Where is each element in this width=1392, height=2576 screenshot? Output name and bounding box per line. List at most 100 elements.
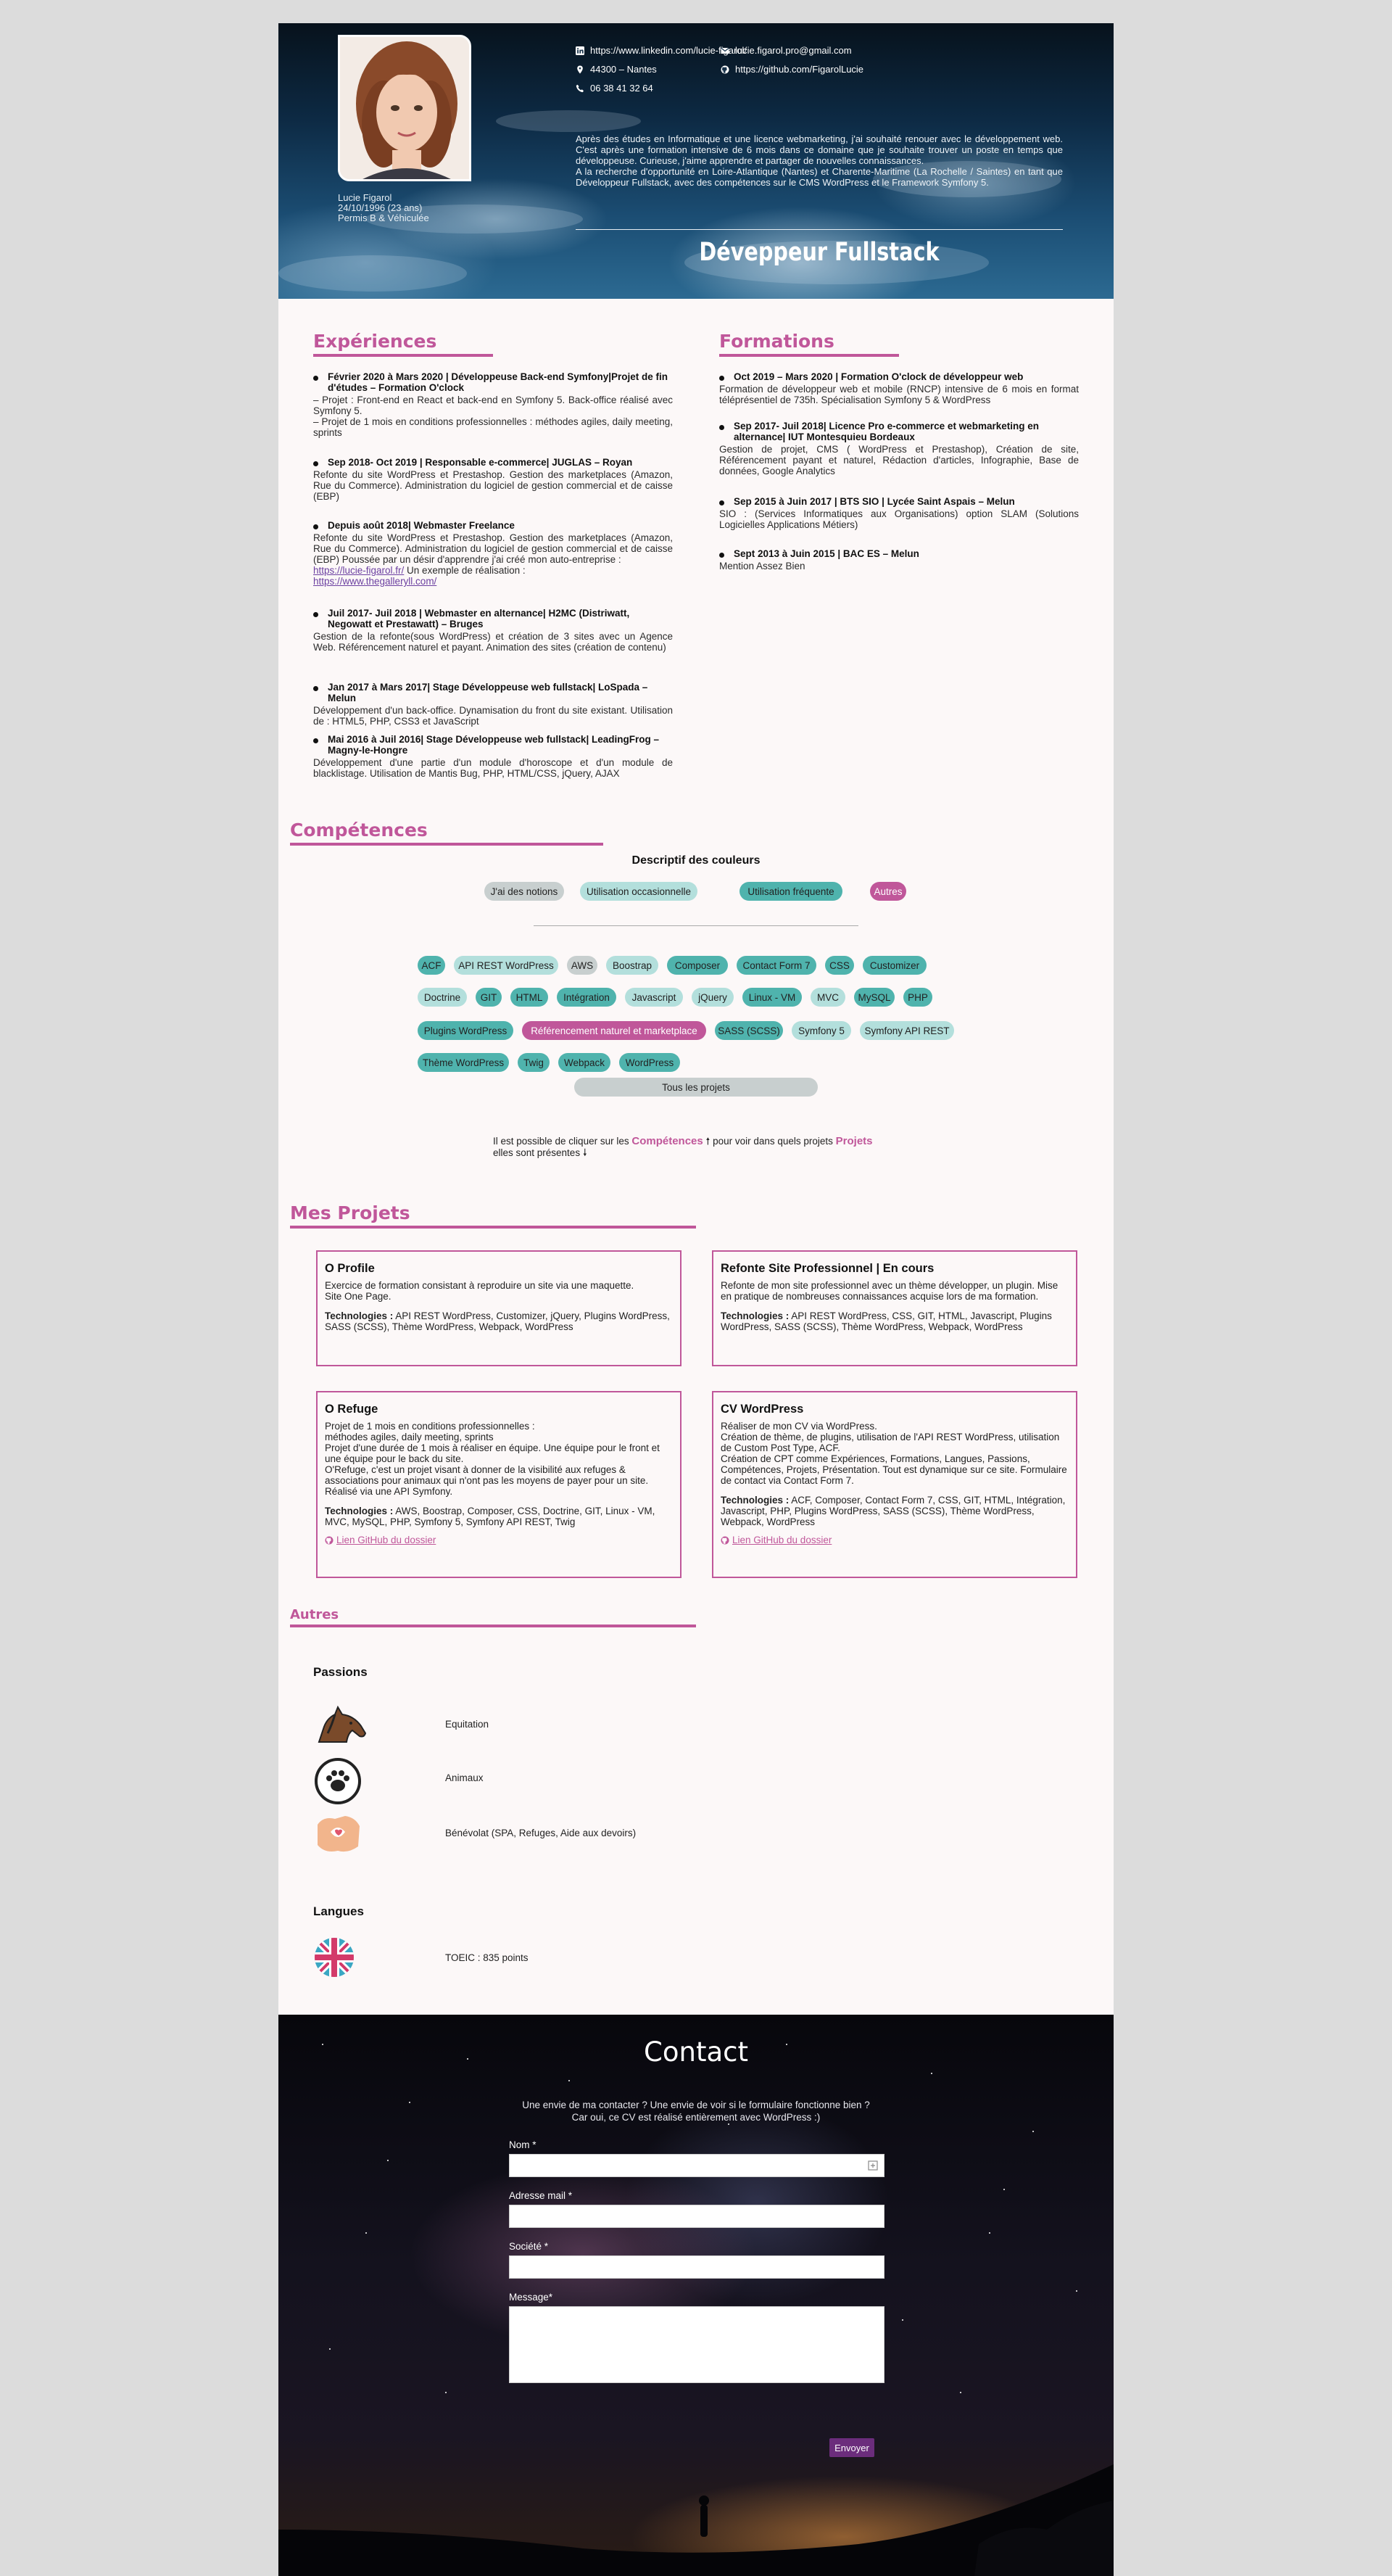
skill-pill[interactable]: SASS (SCSS) [715, 1021, 783, 1040]
formation-item: Sept 2013 à Juin 2015 | BAC ES – Melun M… [719, 548, 1079, 571]
github-icon [325, 1536, 334, 1544]
github-folder-link[interactable]: Lien GitHub du dossier [325, 1535, 673, 1545]
header-banner: Lucie Figarol 24/10/1996 (23 ans) Permis… [278, 23, 1114, 299]
skill-pill[interactable]: Customizer [863, 956, 927, 975]
paw-icon [313, 1756, 362, 1806]
langues-title: Langues [313, 1904, 364, 1918]
project-card[interactable]: CV WordPress Réaliser de mon CV via Word… [712, 1391, 1077, 1578]
contact-subtitle: Une envie de ma contacter ? Une envie de… [522, 2100, 870, 2123]
skill-pill[interactable]: Symfony API REST [860, 1021, 954, 1040]
skill-pill[interactable]: Webpack [558, 1053, 610, 1072]
full-name: Lucie Figarol [338, 192, 392, 203]
location: 44300 – Nantes [576, 64, 657, 75]
experience-item: Sep 2018- Oct 2019 | Responsable e-comme… [313, 457, 673, 502]
name-input[interactable] [509, 2154, 884, 2177]
skill-pill[interactable]: Doctrine [418, 988, 467, 1007]
contact-section: Contact Une envie de ma contacter ? Une … [278, 2015, 1114, 2576]
hint-competences-link: Compétences [631, 1135, 703, 1147]
autres-rule [290, 1625, 696, 1627]
freelance-site-link[interactable]: https://lucie-figarol.fr/ [313, 565, 404, 576]
github-link[interactable]: https://github.com/FigarolLucie [721, 64, 863, 75]
hint-projects-link: Projets [835, 1135, 873, 1147]
email-input[interactable] [509, 2205, 884, 2228]
birth-date: 24/10/1996 (23 ans) [338, 202, 423, 213]
experience-item: Depuis août 2018| Webmaster Freelance Re… [313, 520, 673, 587]
message-textarea[interactable] [509, 2306, 884, 2383]
project-title: O Profile [325, 1262, 375, 1275]
project-desc: Refonte de mon site professionnel avec u… [721, 1280, 1058, 1302]
language-item: TOEIC : 835 points [445, 1952, 529, 1963]
skill-pill[interactable]: CSS [825, 956, 854, 975]
experience-item: Jan 2017 à Mars 2017| Stage Développeuse… [313, 682, 673, 727]
skill-pill[interactable]: Contact Form 7 [737, 956, 816, 975]
envelope-icon [721, 47, 729, 54]
skill-pill[interactable]: Twig [518, 1053, 550, 1072]
landscape-silhouette [278, 2464, 1114, 2576]
competences-rule [290, 843, 603, 846]
identity-block: Lucie Figarol 24/10/1996 (23 ans) Permis… [338, 193, 429, 223]
map-pin-icon [577, 65, 583, 73]
skill-pill[interactable]: PHP [903, 988, 932, 1007]
competences-title: Compétences [290, 820, 428, 841]
cv-page: Lucie Figarol 24/10/1996 (23 ans) Permis… [278, 23, 1114, 2576]
skill-pill[interactable]: AWS [567, 956, 597, 975]
all-projects-button[interactable]: Tous les projets [574, 1078, 818, 1097]
formations-title: Formations [719, 331, 834, 352]
bio-text: Après des études en Informatique et une … [576, 133, 1063, 188]
profile-photo [338, 35, 471, 181]
skill-pill[interactable]: Javascript [625, 988, 683, 1007]
formation-item: Sep 2015 à Juin 2017 | BTS SIO | Lycée S… [719, 496, 1079, 530]
legend-frequent: Utilisation fréquente [740, 882, 842, 901]
skill-pill[interactable]: Intégration [557, 988, 616, 1007]
skill-pill[interactable]: Boostrap [606, 956, 658, 975]
skill-pill[interactable]: Composer [667, 956, 728, 975]
header-divider [576, 229, 1063, 230]
skill-pill[interactable]: Symfony 5 [792, 1021, 851, 1040]
skill-pill[interactable]: Plugins WordPress [418, 1021, 513, 1040]
skill-pill[interactable]: HTML [510, 988, 548, 1007]
project-card[interactable]: Refonte Site Professionnel | En cours Re… [712, 1250, 1077, 1366]
arrow-up-icon: 🠕 [705, 1136, 710, 1147]
project-title: Refonte Site Professionnel | En cours [721, 1262, 935, 1275]
passions-title: Passions [313, 1665, 368, 1679]
message-label: Message* [509, 2292, 553, 2303]
project-desc: Réaliser de mon CV via WordPress. Créati… [721, 1421, 1067, 1486]
projects-rule [290, 1226, 696, 1229]
project-tech: Technologies : AWS, Boostrap, Composer, … [325, 1506, 655, 1527]
experience-item: Juil 2017- Juil 2018 | Webmaster en alte… [313, 608, 673, 653]
project-tech: Technologies : ACF, Composer, Contact Fo… [721, 1495, 1066, 1527]
skill-pill[interactable]: ACF [418, 956, 445, 975]
github-folder-link[interactable]: Lien GitHub du dossier [721, 1535, 1069, 1545]
send-button[interactable]: Envoyer [829, 2438, 874, 2457]
legend-other: Autres [870, 882, 906, 901]
passion-item: Animaux [445, 1772, 484, 1783]
email-link[interactable]: lucie.figarol.pro@gmail.com [721, 45, 852, 56]
project-card[interactable]: O Profile Exercice de formation consista… [316, 1250, 682, 1366]
formation-item: Sep 2017- Juil 2018| Licence Pro e-comme… [719, 421, 1079, 476]
skill-pill[interactable]: Référencement naturel et marketplace [522, 1021, 706, 1040]
skill-pill[interactable]: MVC [811, 988, 845, 1007]
gallery-site-link[interactable]: https://www.thegalleryll.com/ [313, 576, 436, 587]
project-desc: Exercice de formation consistant à repro… [325, 1280, 634, 1302]
legend-notions: J'ai des notions [484, 882, 564, 901]
project-tech: Technologies : API REST WordPress, CSS, … [721, 1310, 1052, 1332]
skill-pill[interactable]: jQuery [692, 988, 734, 1007]
linkedin-icon [576, 46, 584, 55]
skill-pill[interactable]: MySQL [854, 988, 895, 1007]
legend-divider [534, 925, 858, 926]
project-title: CV WordPress [721, 1403, 804, 1416]
experiences-title: Expériences [313, 331, 437, 352]
volunteer-hands-icon [313, 1810, 364, 1858]
skill-pill[interactable]: API REST WordPress [454, 956, 558, 975]
legend-title: Descriptif des couleurs [631, 854, 761, 867]
contact-title: Contact [644, 2036, 748, 2068]
github-icon [721, 65, 729, 73]
skill-pill[interactable]: GIT [476, 988, 502, 1007]
autres-title: Autres [290, 1607, 339, 1622]
skill-pill[interactable]: WordPress [619, 1053, 680, 1072]
skill-pill[interactable]: Linux - VM [742, 988, 802, 1007]
skill-pill[interactable]: Thème WordPress [418, 1053, 509, 1072]
formations-rule [719, 354, 899, 357]
project-card[interactable]: O Refuge Projet de 1 mois en conditions … [316, 1391, 682, 1578]
company-input[interactable] [509, 2255, 884, 2279]
